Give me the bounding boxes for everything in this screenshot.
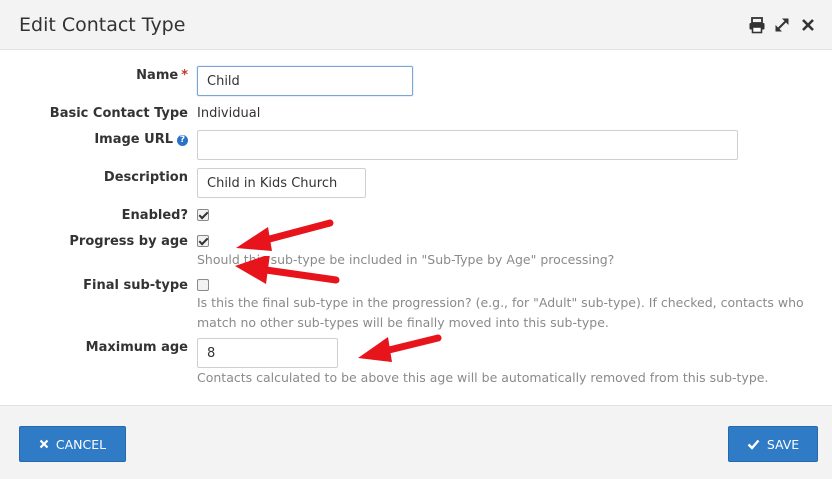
progress-by-age-label: Progress by age: [69, 234, 188, 249]
name-input[interactable]: [197, 66, 413, 96]
final-sub-type-help: Is this the final sub-type in the progre…: [197, 295, 804, 330]
description-label: Description: [103, 170, 188, 185]
basic-contact-type-label: Basic Contact Type: [49, 106, 188, 121]
enabled-checkbox[interactable]: [197, 209, 209, 221]
final-sub-type-checkbox[interactable]: [197, 279, 209, 291]
maximum-age-input[interactable]: [197, 338, 338, 368]
name-label-text: Name: [136, 68, 179, 83]
times-icon: [39, 439, 49, 449]
print-icon[interactable]: [748, 16, 766, 34]
close-icon[interactable]: [799, 16, 817, 34]
enabled-label: Enabled?: [121, 208, 188, 223]
expand-icon[interactable]: [773, 16, 791, 34]
required-indicator: *: [181, 68, 188, 83]
description-input[interactable]: [197, 168, 366, 198]
basic-contact-type-value: Individual: [197, 106, 261, 121]
image-url-input[interactable]: [197, 130, 738, 160]
dialog-header: Edit Contact Type: [0, 0, 832, 50]
image-url-label-text: Image URL: [94, 132, 173, 147]
progress-by-age-checkbox[interactable]: [197, 235, 209, 247]
name-label: Name *: [136, 68, 188, 83]
image-url-label: Image URL?: [94, 132, 188, 147]
save-button[interactable]: SAVE: [728, 426, 818, 462]
question-circle-icon[interactable]: ?: [177, 135, 188, 146]
final-sub-type-label: Final sub-type: [83, 278, 188, 293]
maximum-age-help: Contacts calculated to be above this age…: [197, 370, 769, 385]
save-button-label: SAVE: [766, 436, 800, 452]
dialog-title: Edit Contact Type: [19, 14, 186, 36]
cancel-button[interactable]: CANCEL: [19, 426, 126, 462]
annotation-arrow-progress: [236, 219, 334, 251]
cancel-button-label: CANCEL: [55, 436, 107, 452]
maximum-age-label: Maximum age: [85, 340, 188, 355]
annotation-arrow-max-age: [358, 334, 442, 362]
annotation-arrow-final: [235, 256, 340, 284]
check-icon: [747, 439, 760, 450]
